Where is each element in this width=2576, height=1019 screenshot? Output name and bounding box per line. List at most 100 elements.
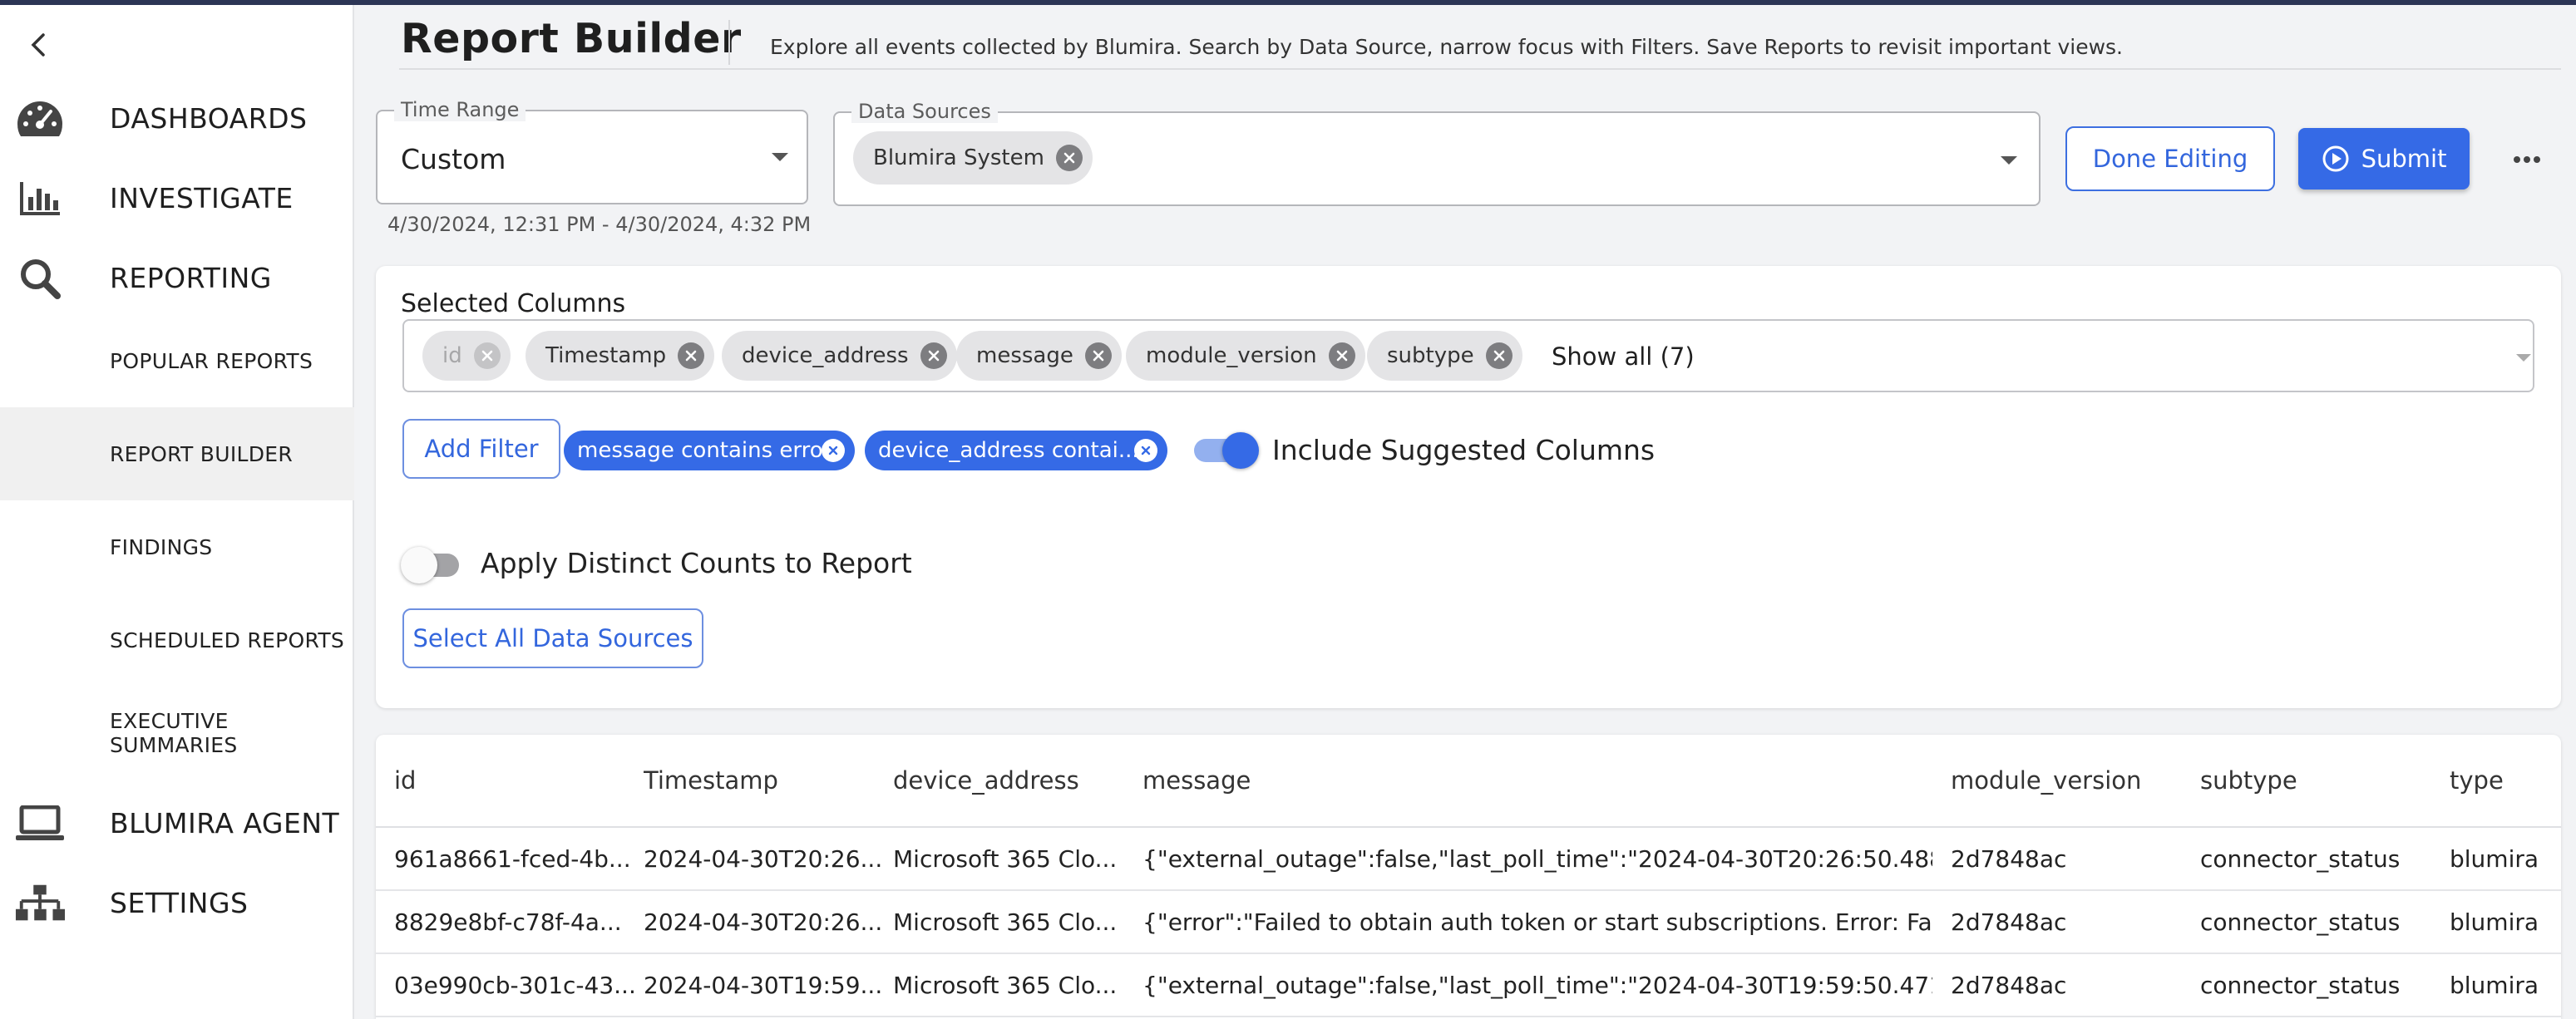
header-divider — [399, 68, 2561, 70]
sidebar-item-settings[interactable]: SETTINGS — [0, 863, 354, 943]
remove-chip-button[interactable] — [1328, 342, 1355, 369]
sidebar-item-blumira-agent[interactable]: BLUMIRA AGENT — [0, 783, 354, 863]
sidebar-item-popular-reports[interactable]: POPULAR REPORTS — [0, 314, 354, 407]
include-suggested-columns-toggle[interactable] — [1194, 432, 1261, 469]
filter-chip-message[interactable]: message contains error — [564, 431, 855, 470]
remove-chip-button[interactable] — [1084, 342, 1112, 369]
column-header-id[interactable]: id — [394, 735, 416, 826]
data-source-chip: Blumira System — [853, 131, 1093, 185]
remove-chip-button[interactable] — [1055, 145, 1083, 171]
column-header-module-version[interactable]: module_version — [1951, 735, 2141, 826]
select-all-data-sources-button[interactable]: Select All Data Sources — [402, 608, 703, 668]
sidebar-item-label: REPORTING — [110, 261, 272, 294]
cell-type: blumira — [2450, 844, 2539, 873]
cell-subtype: connector_status — [2200, 844, 2401, 873]
show-all-columns-link[interactable]: Show all (7) — [1552, 342, 1695, 371]
cell-subtype: connector_status — [2200, 971, 2401, 999]
remove-filter-button[interactable] — [822, 439, 845, 462]
time-range-select[interactable]: Time Range Custom — [376, 98, 808, 204]
page-subtitle: Explore all events collected by Blumira.… — [770, 35, 2124, 59]
sidebar-item-dashboards[interactable]: DASHBOARDS — [0, 78, 354, 158]
play-circle-icon — [2322, 145, 2349, 172]
cell-message: {"error":"Failed to obtain auth token or… — [1142, 908, 1932, 936]
time-range-label: Time Range — [394, 98, 526, 121]
filter-chip-device-address[interactable]: device_address contai... — [865, 431, 1167, 470]
sidebar-item-label: SCHEDULED REPORTS — [110, 628, 345, 652]
search-icon — [15, 258, 65, 299]
speedometer-icon — [15, 98, 65, 140]
cell-subtype: connector_status — [2200, 908, 2401, 936]
sidebar-item-findings[interactable]: FINDINGS — [0, 500, 354, 593]
cell-module-version: 2d7848ac — [1951, 971, 2067, 999]
remove-filter-button[interactable] — [1134, 439, 1157, 462]
bar-chart-icon — [15, 178, 65, 219]
chip-label: message contains error — [577, 438, 832, 463]
selected-columns-select[interactable]: id Timestamp device_address message modu… — [402, 319, 2534, 392]
close-icon — [1093, 350, 1104, 362]
sidebar: DASHBOARDS INVESTIGATE REPORTING POPULAR… — [0, 5, 354, 1019]
cell-module-version: 2d7848ac — [1951, 908, 2067, 936]
collapse-sidebar-button[interactable] — [22, 27, 55, 63]
sidebar-item-executive-summaries[interactable]: EXECUTIVE SUMMARIES — [0, 687, 354, 780]
column-header-device-address[interactable]: device_address — [893, 735, 1079, 826]
include-suggested-columns-label: Include Suggested Columns — [1272, 434, 1656, 466]
close-icon — [928, 350, 939, 362]
remove-chip-button[interactable] — [1485, 342, 1513, 369]
cell-device-address: Microsoft 365 Clo... — [893, 844, 1118, 873]
close-icon — [1141, 446, 1151, 455]
chip-label: device_address contai... — [878, 438, 1139, 463]
more-options-button[interactable] — [2509, 143, 2544, 176]
column-chip-module-version: module_version — [1126, 331, 1365, 381]
chip-label: device_address — [742, 343, 909, 368]
close-icon — [1336, 350, 1347, 362]
table-row[interactable]: 8829e8bf-c78f-4a... 2024-04-30T20:26... … — [376, 891, 2561, 954]
done-editing-button[interactable]: Done Editing — [2065, 126, 2275, 191]
add-filter-button[interactable]: Add Filter — [402, 419, 560, 479]
cell-device-address: Microsoft 365 Clo... — [893, 971, 1118, 999]
top-accent-bar — [0, 0, 2576, 5]
table-row[interactable]: 03e990cb-301c-43... 2024-04-30T19:59... … — [376, 954, 2561, 1017]
column-chip-device-address: device_address — [722, 331, 957, 381]
column-header-subtype[interactable]: subtype — [2200, 735, 2297, 826]
toggle-knob — [401, 547, 437, 583]
data-sources-select[interactable]: Data Sources Blumira System — [833, 100, 2041, 206]
submit-button[interactable]: Submit — [2298, 128, 2470, 190]
sidebar-item-investigate[interactable]: INVESTIGATE — [0, 158, 354, 238]
cell-type: blumira — [2450, 908, 2539, 936]
time-range-value: Custom — [401, 143, 506, 175]
table-header-row: id Timestamp device_address message modu… — [376, 735, 2561, 828]
selected-columns-label: Selected Columns — [401, 289, 626, 318]
time-range-text: 4/30/2024, 12:31 PM - 4/30/2024, 4:32 PM — [387, 213, 812, 236]
data-sources-label: Data Sources — [851, 100, 998, 123]
results-table: id Timestamp device_address message modu… — [376, 735, 2561, 1019]
column-chip-id: id — [422, 331, 511, 381]
page-title: Report Builder — [401, 15, 742, 62]
column-chip-message: message — [956, 331, 1122, 381]
cell-device-address: Microsoft 365 Clo... — [893, 908, 1118, 936]
cell-timestamp: 2024-04-30T20:26... — [644, 844, 883, 873]
apply-distinct-counts-toggle[interactable] — [401, 547, 471, 583]
column-chip-timestamp: Timestamp — [526, 331, 715, 381]
submit-label: Submit — [2361, 145, 2447, 173]
chip-label: module_version — [1146, 343, 1317, 368]
sidebar-item-reporting[interactable]: REPORTING — [0, 238, 354, 318]
column-header-timestamp[interactable]: Timestamp — [644, 735, 778, 826]
sidebar-item-label: EXECUTIVE SUMMARIES — [110, 709, 238, 757]
table-row[interactable]: 961a8661-fced-4b... 2024-04-30T20:26... … — [376, 828, 2561, 891]
chevron-left-icon — [31, 33, 45, 57]
sitemap-icon — [15, 883, 65, 924]
sidebar-item-label: INVESTIGATE — [110, 181, 294, 214]
chip-label: subtype — [1387, 343, 1474, 368]
sidebar-item-report-builder[interactable]: REPORT BUILDER — [0, 407, 354, 500]
remove-chip-button[interactable] — [678, 342, 705, 369]
remove-chip-button — [473, 342, 501, 369]
chip-label: id — [442, 343, 462, 368]
title-divider — [728, 20, 730, 65]
chip-label: Timestamp — [545, 343, 667, 368]
remove-chip-button[interactable] — [920, 342, 947, 369]
sidebar-item-scheduled-reports[interactable]: SCHEDULED REPORTS — [0, 593, 354, 687]
column-header-message[interactable]: message — [1142, 735, 1251, 826]
column-header-type[interactable]: type — [2450, 735, 2504, 826]
cell-type: blumira — [2450, 971, 2539, 999]
toggle-knob — [1222, 432, 1259, 469]
